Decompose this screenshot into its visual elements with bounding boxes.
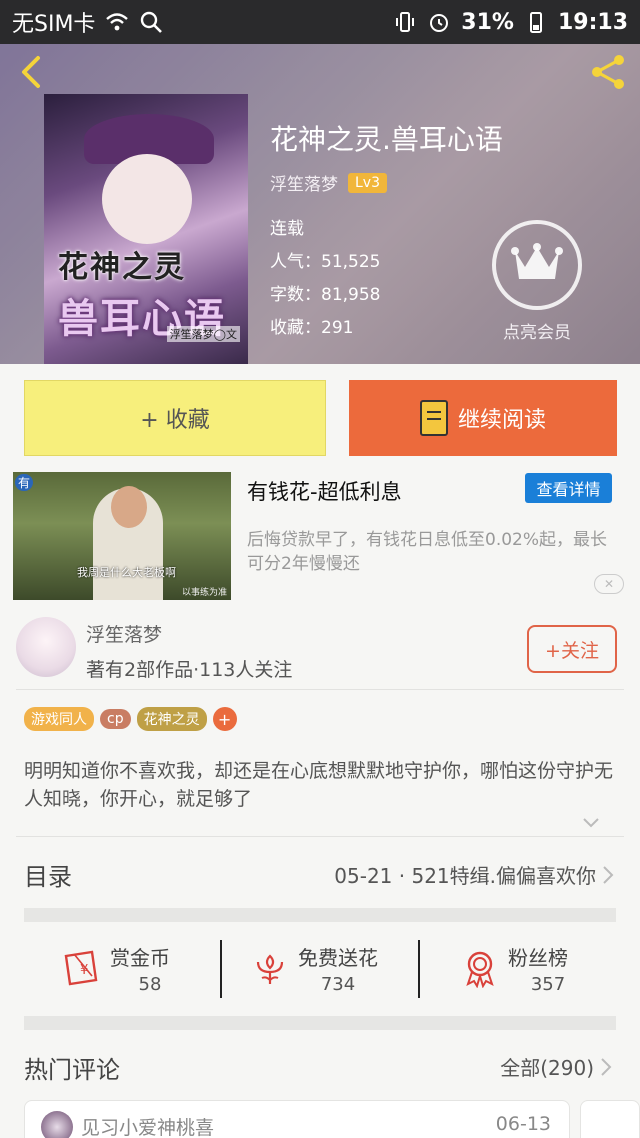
- fan-ranking-button[interactable]: 粉丝榜 357: [460, 938, 640, 998]
- vibrate-icon: [396, 12, 415, 32]
- chevron-right-icon: [603, 865, 614, 884]
- red-envelope-icon: ¥: [64, 950, 98, 986]
- favorite-count: 收藏：291: [270, 318, 354, 338]
- tag-item[interactable]: 游戏同人: [24, 707, 94, 731]
- all-comments-label: 全部(290): [500, 1056, 594, 1080]
- stat-label: 赏金币: [110, 946, 170, 970]
- tag-item[interactable]: 花神之灵: [136, 707, 207, 731]
- comment-user[interactable]: 见习小爱神桃喜: [81, 1113, 214, 1138]
- alarm-icon: [430, 14, 449, 32]
- carrier-label: 无SIM卡: [12, 12, 96, 37]
- ad-close-icon[interactable]: ✕: [594, 574, 624, 594]
- cover-title-1: 花神之灵: [58, 250, 186, 285]
- book-icon: [419, 400, 448, 436]
- medal-icon: [466, 951, 494, 988]
- book-summary: 明明知道你不喜欢我，却还是在心底想默默地守护你，哪怕这份守护无人知晓，你开心，就…: [24, 760, 614, 810]
- follow-button[interactable]: +关注: [527, 625, 617, 673]
- vip-button[interactable]: [492, 220, 582, 310]
- toc-label[interactable]: 目录: [24, 857, 72, 892]
- divider: [220, 940, 222, 998]
- book-title: 花神之灵.兽耳心语: [270, 123, 503, 156]
- collect-button[interactable]: + 收藏: [24, 380, 326, 456]
- book-cover[interactable]: 花神之灵 兽耳心语 浮笙落梦◯文: [44, 94, 248, 364]
- svg-text:¥: ¥: [80, 963, 88, 978]
- tag-list: 游戏同人 cp 花神之灵 +: [24, 707, 237, 731]
- cover-credit: 浮笙落梦◯文: [166, 326, 240, 342]
- flower-icon: [256, 954, 284, 984]
- continue-reading-button[interactable]: 继续阅读: [349, 380, 617, 456]
- ad-title[interactable]: 有钱花-超低利息: [247, 476, 402, 506]
- popularity: 人气：51,525: [270, 252, 381, 272]
- author-avatar[interactable]: [16, 617, 76, 677]
- reward-coins-button[interactable]: ¥ 赏金币 58: [62, 938, 242, 998]
- stat-value: 58: [138, 974, 162, 995]
- comment-date: 06-13: [495, 1113, 551, 1135]
- hot-comments-label: 热门评论: [24, 1056, 120, 1084]
- ad-caption-small: 以事练为准: [181, 588, 227, 598]
- author-name[interactable]: 浮笙落梦: [270, 170, 338, 195]
- toc-latest-chapter[interactable]: 05-21 · 521特缉.偏偏喜欢你: [334, 860, 614, 889]
- divider: [16, 836, 624, 837]
- back-icon[interactable]: [14, 54, 50, 90]
- battery-icon: [529, 12, 542, 33]
- latest-chapter-label: 05-21 · 521特缉.偏偏喜欢你: [334, 864, 596, 888]
- ad-description[interactable]: 后悔贷款早了，有钱花日息低至0.02%起，最长可分2年慢慢还: [247, 528, 607, 576]
- chevron-down-icon[interactable]: [582, 813, 600, 831]
- status-bar: 无SIM卡 31% 19:13: [0, 0, 640, 44]
- stat-value: 357: [530, 974, 566, 995]
- level-badge: Lv3: [348, 172, 387, 193]
- chevron-right-icon: [601, 1057, 612, 1076]
- all-comments-link[interactable]: 全部(290): [500, 1052, 612, 1081]
- ad-image[interactable]: 有 我周是什么大老板啊 以事练为准: [13, 472, 231, 600]
- author-card-name[interactable]: 浮笙落梦: [86, 620, 162, 647]
- tag-item[interactable]: cp: [100, 709, 131, 729]
- stat-label: 粉丝榜: [508, 946, 568, 970]
- word-count: 字数：81,958: [270, 285, 381, 305]
- add-tag-button[interactable]: +: [212, 707, 237, 731]
- serial-status: 连载: [270, 219, 304, 239]
- divider: [16, 689, 624, 690]
- book-header: 花神之灵 兽耳心语 浮笙落梦◯文 花神之灵.兽耳心语 浮笙落梦 Lv3 连载 人…: [0, 44, 640, 364]
- comment-avatar[interactable]: [41, 1111, 73, 1138]
- ad-caption: 我周是什么大老板啊: [77, 566, 176, 579]
- continue-reading-label: 继续阅读: [457, 408, 546, 433]
- vip-label[interactable]: 点亮会员: [484, 318, 590, 343]
- clock-time: 19:13: [557, 9, 628, 35]
- ad-detail-button[interactable]: 查看详情: [525, 473, 612, 503]
- crown-icon: [511, 243, 563, 279]
- wifi-icon: [106, 13, 129, 31]
- stat-label: 免费送花: [298, 946, 378, 970]
- section-divider: [24, 1016, 616, 1030]
- author-row: 浮笙落梦 Lv3: [270, 170, 387, 195]
- comment-card[interactable]: 见习小爱神桃喜 06-13: [24, 1100, 570, 1138]
- battery-percent: 31%: [461, 9, 514, 35]
- author-card-stats: 著有2部作品·113人关注: [86, 659, 293, 681]
- search-icon: [141, 11, 163, 33]
- comment-card[interactable]: [580, 1100, 640, 1138]
- stat-value: 734: [320, 974, 356, 995]
- share-icon[interactable]: [588, 52, 628, 92]
- send-flower-button[interactable]: 免费送花 734: [250, 938, 430, 998]
- divider: [418, 940, 420, 998]
- section-divider: [24, 908, 616, 922]
- ad-source-badge: 有: [15, 474, 34, 491]
